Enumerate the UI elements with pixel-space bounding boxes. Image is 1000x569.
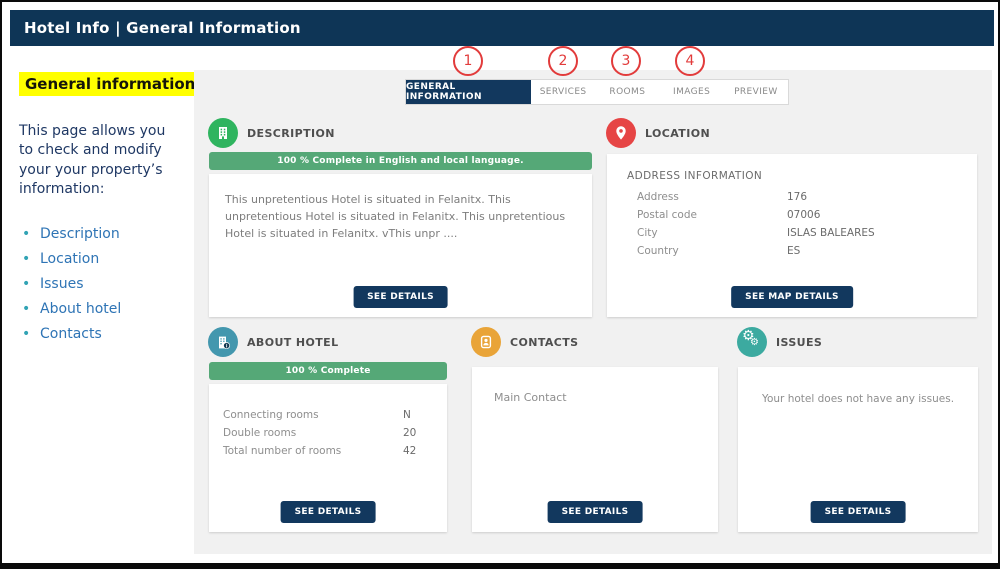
address-rows: Address 176 Postal code 07006 City ISLAS…: [607, 188, 977, 260]
location-section-title: LOCATION: [645, 127, 710, 140]
app-window: Hotel Info | General Information General…: [0, 0, 1000, 569]
issues-section-title: ISSUES: [776, 336, 822, 349]
description-card: This unpretentious Hotel is situated in …: [209, 174, 592, 317]
sidebar-bullet-contacts: Contacts: [22, 326, 182, 342]
sidebar-bullet-location: Location: [22, 251, 182, 267]
sidebar-bullet-issues: Issues: [22, 276, 182, 292]
annotation-circle-4: 4: [675, 46, 705, 76]
address-row: Address 176: [637, 188, 977, 206]
country-row: Country ES: [637, 242, 977, 260]
about-hotel-section-title: ABOUT HOTEL: [247, 336, 339, 349]
about-hotel-section-header: ABOUT HOTEL: [208, 327, 339, 357]
contact-card-icon: [471, 327, 501, 357]
issues-card: Your hotel does not have any issues. SEE…: [738, 367, 978, 532]
about-hotel-rows: Connecting rooms N Double rooms 20 Total…: [209, 384, 447, 460]
contacts-section-header: CONTACTS: [471, 327, 579, 357]
address-information-heading: ADDRESS INFORMATION: [607, 154, 977, 188]
building-icon: [208, 118, 238, 148]
postal-code-row: Postal code 07006: [637, 206, 977, 224]
page-header: Hotel Info | General Information: [10, 10, 994, 46]
description-section-title: DESCRIPTION: [247, 127, 335, 140]
tab-images[interactable]: IMAGES: [660, 80, 724, 104]
contacts-see-details-button[interactable]: SEE DETAILS: [548, 501, 643, 523]
contacts-section-title: CONTACTS: [510, 336, 579, 349]
description-text: This unpretentious Hotel is situated in …: [209, 174, 592, 242]
issues-section-header: ⚙ ⚙ ISSUES: [737, 327, 822, 357]
main-contact-text: Main Contact: [472, 367, 718, 404]
tab-general-information[interactable]: GENERAL INFORMATION: [406, 80, 531, 104]
issues-see-details-button[interactable]: SEE DETAILS: [811, 501, 906, 523]
tab-bar: GENERAL INFORMATION SERVICES ROOMS IMAGE…: [405, 79, 789, 105]
sidebar-bullet-about-hotel: About hotel: [22, 301, 182, 317]
location-card: ADDRESS INFORMATION Address 176 Postal c…: [607, 154, 977, 317]
double-rooms-row: Double rooms 20: [223, 424, 447, 442]
total-rooms-row: Total number of rooms 42: [223, 442, 447, 460]
annotation-circle-2: 2: [548, 46, 578, 76]
contacts-card: Main Contact SEE DETAILS: [472, 367, 718, 532]
city-row: City ISLAS BALEARES: [637, 224, 977, 242]
sidebar-heading-highlight: General information: [19, 72, 201, 96]
map-pin-icon: [606, 118, 636, 148]
description-section-header: DESCRIPTION: [208, 118, 335, 148]
tab-rooms[interactable]: ROOMS: [595, 80, 659, 104]
no-issues-text: Your hotel does not have any issues.: [738, 367, 978, 405]
page-title: Hotel Info | General Information: [24, 19, 301, 37]
gears-icon: ⚙ ⚙: [737, 327, 767, 357]
about-hotel-progress-banner: 100 % Complete: [209, 362, 447, 380]
location-section-header: LOCATION: [606, 118, 710, 148]
sidebar-bullet-description: Description: [22, 226, 182, 242]
hotel-info-icon: [208, 327, 238, 357]
annotation-circle-1: 1: [453, 46, 483, 76]
description-progress-banner: 100 % Complete in English and local lang…: [209, 152, 592, 170]
sidebar-intro-text: This page allows you to check and modify…: [19, 122, 181, 199]
see-map-details-button[interactable]: SEE MAP DETAILS: [731, 286, 853, 308]
about-hotel-card: Connecting rooms N Double rooms 20 Total…: [209, 384, 447, 532]
annotation-circle-3: 3: [611, 46, 641, 76]
tab-services[interactable]: SERVICES: [531, 80, 595, 104]
tab-preview[interactable]: PREVIEW: [724, 80, 788, 104]
about-hotel-see-details-button[interactable]: SEE DETAILS: [281, 501, 376, 523]
connecting-rooms-row: Connecting rooms N: [223, 406, 447, 424]
description-see-details-button[interactable]: SEE DETAILS: [353, 286, 448, 308]
sidebar-bullet-list: Description Location Issues About hotel …: [22, 226, 182, 351]
